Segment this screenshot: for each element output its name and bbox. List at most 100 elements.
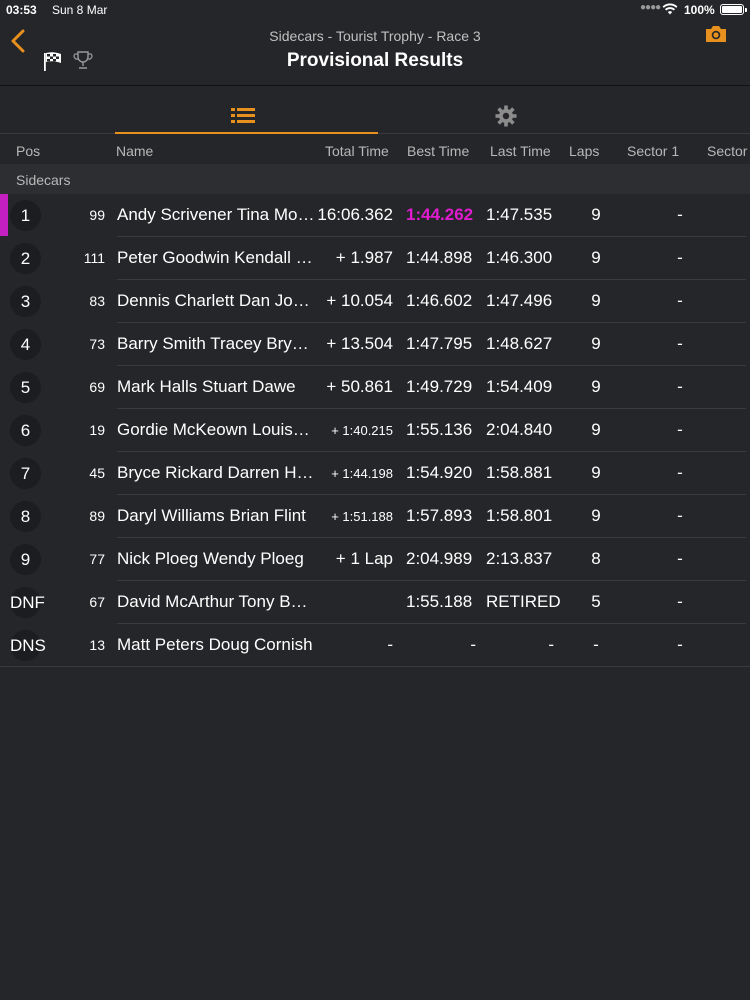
result-row[interactable]: 2 111 Peter Goodwin Kendall Kirk + 1.987 1:4… bbox=[0, 237, 750, 280]
leader-marker bbox=[0, 194, 8, 236]
total-time: + 1.987 bbox=[335, 248, 393, 267]
position-badge: 1 bbox=[10, 200, 41, 231]
tab-results-list[interactable] bbox=[115, 87, 378, 134]
laps-count: - bbox=[593, 635, 599, 654]
laps-count: 9 bbox=[591, 205, 601, 224]
last-time: 2:13.837 bbox=[486, 549, 553, 568]
col-last-time[interactable]: Last Time bbox=[490, 143, 551, 159]
battery-icon bbox=[720, 4, 747, 15]
position-badge: 3 bbox=[10, 286, 41, 317]
col-sector-1[interactable]: Sector 1 bbox=[627, 143, 679, 159]
result-row[interactable]: DNS 13 Matt Peters Doug Cornish - - - - - bbox=[0, 624, 750, 667]
cellular-signal-icon: ●●●● bbox=[640, 2, 661, 13]
race-number: 19 bbox=[89, 422, 105, 438]
total-time: + 13.504 bbox=[326, 334, 393, 353]
race-number: 69 bbox=[89, 379, 105, 395]
tab-settings[interactable] bbox=[378, 87, 633, 134]
col-sector-2[interactable]: Sector bbox=[707, 143, 747, 159]
race-number: 99 bbox=[89, 207, 105, 223]
page-title: Provisional Results bbox=[286, 50, 464, 71]
col-pos[interactable]: Pos bbox=[16, 143, 40, 159]
position-badge: 2 bbox=[10, 243, 41, 274]
position-badge: 5 bbox=[10, 372, 41, 403]
race-number: 77 bbox=[89, 551, 105, 567]
laps-count: 9 bbox=[591, 463, 601, 482]
class-group-label: Sidecars bbox=[16, 172, 71, 188]
class-group-header: Sidecars bbox=[0, 164, 750, 194]
laps-count: 9 bbox=[591, 506, 601, 525]
col-name[interactable]: Name bbox=[116, 143, 153, 159]
rider-names: Barry Smith Tracey Bryant bbox=[117, 334, 315, 353]
result-row[interactable]: 4 73 Barry Smith Tracey Bryant + 13.504 1:47… bbox=[0, 323, 750, 366]
last-time: 2:04.840 bbox=[486, 420, 553, 439]
nav-bar: Sidecars - Tourist Trophy - Race 3 Provi… bbox=[0, 20, 750, 86]
best-time: - bbox=[470, 635, 476, 654]
position-badge: 8 bbox=[10, 501, 41, 532]
sector-1-time: - bbox=[677, 592, 683, 611]
tab-bar bbox=[0, 87, 750, 134]
race-number: 73 bbox=[89, 336, 105, 352]
status-time: 03:53 bbox=[6, 3, 37, 17]
position-badge: DNF bbox=[10, 587, 45, 618]
last-time: RETIRED bbox=[486, 592, 561, 611]
rider-names: Mark Halls Stuart Dawe bbox=[117, 377, 296, 396]
battery-percent: 100% bbox=[684, 3, 715, 17]
result-row[interactable]: 8 89 Daryl Williams Brian Flint + 1:51.188 1… bbox=[0, 495, 750, 538]
result-row[interactable]: 3 83 Dennis Charlett Dan Jones + 10.054 1:46… bbox=[0, 280, 750, 323]
laps-count: 5 bbox=[591, 592, 601, 611]
sector-1-time: - bbox=[677, 377, 683, 396]
result-row[interactable]: 7 45 Bryce Rickard Darren Hope + 1:44.198 1:… bbox=[0, 452, 750, 495]
race-number: 89 bbox=[89, 508, 105, 524]
last-time: - bbox=[548, 635, 554, 654]
position-badge: 7 bbox=[10, 458, 41, 489]
last-time: 1:48.627 bbox=[486, 334, 553, 353]
best-time: 1:49.729 bbox=[406, 377, 473, 396]
sector-1-time: - bbox=[677, 506, 683, 525]
result-row[interactable]: 1 99 Andy Scrivener Tina Morris 16:06.362 1:… bbox=[0, 194, 750, 237]
results-column-header: Pos Name Total Time Best Time Last Time … bbox=[0, 135, 750, 164]
total-time: + 50.861 bbox=[326, 377, 393, 396]
best-time: 1:46.602 bbox=[406, 291, 473, 310]
total-time: - bbox=[387, 635, 393, 654]
race-number: 111 bbox=[83, 250, 105, 266]
list-icon bbox=[231, 108, 255, 123]
result-row[interactable]: 6 19 Gordie McKeown Louise Cole + 1:40.215 1… bbox=[0, 409, 750, 452]
result-row[interactable]: DNF 67 David McArthur Tony Baker 1:55.188 RE… bbox=[0, 581, 750, 624]
race-number: 67 bbox=[89, 594, 105, 610]
sector-1-time: - bbox=[677, 248, 683, 267]
total-time: + 1:51.188 bbox=[331, 509, 393, 524]
rider-names: Matt Peters Doug Cornish bbox=[117, 635, 313, 654]
rider-names: Gordie McKeown Louise Cole bbox=[117, 420, 315, 439]
sector-1-time: - bbox=[677, 420, 683, 439]
gear-icon bbox=[495, 105, 517, 127]
result-row[interactable]: 9 77 Nick Ploeg Wendy Ploeg + 1 Lap 2:04.989… bbox=[0, 538, 750, 581]
laps-count: 9 bbox=[591, 420, 601, 439]
last-time: 1:47.535 bbox=[486, 205, 553, 224]
result-row[interactable]: 5 69 Mark Halls Stuart Dawe + 50.861 1:49.72… bbox=[0, 366, 750, 409]
rider-names: Bryce Rickard Darren Hope bbox=[117, 463, 315, 482]
laps-count: 9 bbox=[591, 248, 601, 267]
position-badge: 9 bbox=[10, 544, 41, 575]
position-badge: 4 bbox=[10, 329, 41, 360]
rider-names: Daryl Williams Brian Flint bbox=[117, 506, 306, 525]
sector-1-time: - bbox=[677, 291, 683, 310]
last-time: 1:54.409 bbox=[486, 377, 553, 396]
rider-names: Peter Goodwin Kendall Kirk bbox=[117, 248, 315, 267]
best-time: 1:57.893 bbox=[406, 506, 473, 525]
status-bar: 03:53 Sun 8 Mar ●●●● 100% bbox=[0, 0, 750, 20]
sector-1-time: - bbox=[677, 635, 683, 654]
laps-count: 9 bbox=[591, 334, 601, 353]
col-best-time[interactable]: Best Time bbox=[407, 143, 469, 159]
rider-names: David McArthur Tony Baker bbox=[117, 592, 315, 611]
sector-1-time: - bbox=[677, 205, 683, 224]
total-time: + 10.054 bbox=[326, 291, 393, 310]
best-time: 1:44.898 bbox=[406, 248, 473, 267]
camera-icon[interactable] bbox=[704, 24, 728, 44]
rider-names: Nick Ploeg Wendy Ploeg bbox=[117, 549, 304, 568]
col-total-time[interactable]: Total Time bbox=[325, 143, 389, 159]
best-time: 2:04.989 bbox=[406, 549, 473, 568]
position-badge: DNS bbox=[10, 630, 46, 661]
col-laps[interactable]: Laps bbox=[569, 143, 599, 159]
total-time: + 1:44.198 bbox=[331, 466, 393, 481]
sector-1-time: - bbox=[677, 463, 683, 482]
